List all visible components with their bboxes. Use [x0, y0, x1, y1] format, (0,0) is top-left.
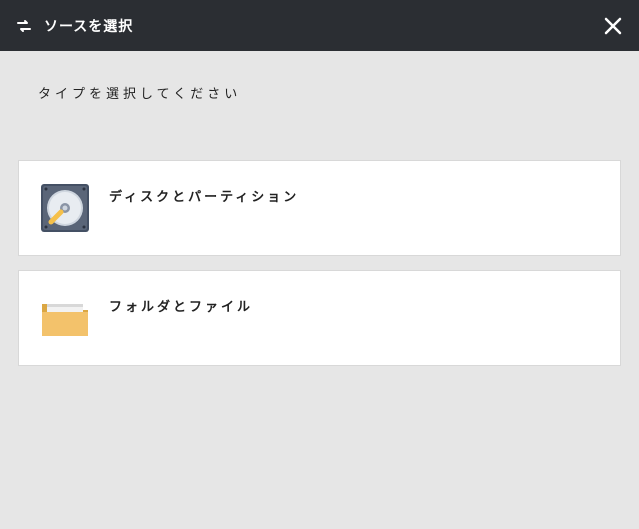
- dialog-header: ソースを選択: [0, 0, 639, 51]
- close-icon: [604, 17, 622, 35]
- close-button[interactable]: [601, 14, 625, 38]
- option-label: フォルダとファイル: [109, 296, 253, 315]
- options-container: ディスクとパーティション フォルダとファイル: [0, 160, 639, 366]
- folder-icon: [37, 290, 93, 346]
- dialog-title: ソースを選択: [44, 16, 133, 36]
- option-label: ディスクとパーティション: [109, 186, 299, 205]
- disk-icon: [37, 180, 93, 236]
- option-folder-file[interactable]: フォルダとファイル: [18, 270, 621, 366]
- header-left: ソースを選択: [14, 16, 133, 36]
- option-disk-partition[interactable]: ディスクとパーティション: [18, 160, 621, 256]
- swap-icon: [14, 16, 34, 36]
- instruction-text: タイプを選択してください: [0, 51, 639, 102]
